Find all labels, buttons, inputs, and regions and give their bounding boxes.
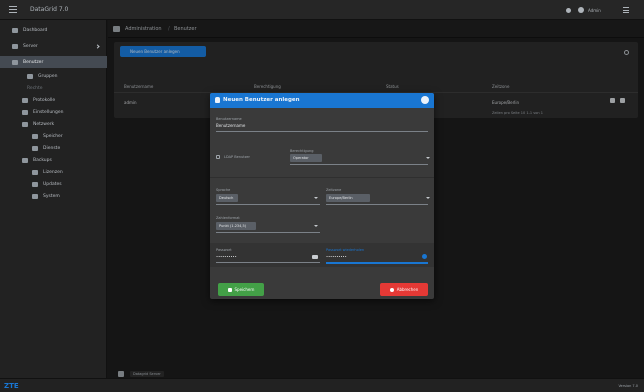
version-label: Version 7.0 — [618, 384, 638, 388]
chevron-down-icon[interactable] — [314, 225, 318, 227]
ldap-checkbox[interactable] — [216, 155, 220, 159]
username-underline — [216, 131, 428, 132]
chevron-down-icon[interactable] — [426, 197, 430, 199]
logo: ZTE — [4, 382, 19, 390]
password-input[interactable]: •••••••••• — [216, 255, 237, 259]
chevron-down-icon[interactable] — [426, 157, 430, 159]
new-user-dialog: Neuen Benutzer anlegen Benutzername Benu… — [210, 93, 434, 299]
sidebar-item-log[interactable]: Protokolle — [0, 94, 107, 106]
user-add-icon — [215, 97, 220, 103]
divider — [210, 177, 434, 178]
sidebar-item-groups[interactable]: Gruppen — [0, 70, 107, 82]
groups-icon — [27, 73, 33, 79]
storage-icon — [32, 133, 38, 139]
server-icon — [12, 43, 18, 49]
sidebar-item-settings[interactable]: Einstellungen — [0, 106, 107, 118]
username-label: Benutzername — [216, 117, 242, 121]
update-icon — [32, 181, 38, 187]
password2-label: Passwort wiederholen — [326, 248, 365, 252]
timezone-select[interactable]: Europe/Berlin — [326, 194, 370, 202]
password2-underline — [326, 262, 428, 264]
close-icon[interactable] — [421, 96, 429, 104]
cancel-button[interactable]: Abbrechen — [380, 283, 428, 296]
users-icon — [12, 59, 18, 65]
language-label: Sprache — [216, 188, 231, 192]
system-icon — [32, 193, 38, 199]
language-select[interactable]: Deutsch — [216, 194, 238, 202]
ldap-label[interactable]: LDAP Benutzer — [224, 155, 250, 159]
sidebar-item-license[interactable]: Lizenzen — [0, 166, 107, 178]
timezone-label: Zeitzone — [326, 188, 342, 192]
dialog-title: Neuen Benutzer anlegen — [223, 97, 300, 103]
sidebar-item-storage[interactable]: Speicher — [0, 130, 107, 142]
sidebar-item-network[interactable]: Netzwerk — [0, 118, 107, 130]
password2-input[interactable]: •••••••••• — [326, 255, 347, 259]
log-icon — [22, 97, 28, 103]
sidebar-item-system[interactable]: System — [0, 190, 107, 202]
username-input[interactable]: Benutzername — [216, 123, 245, 128]
check-icon — [422, 254, 427, 259]
cancel-icon — [389, 287, 394, 292]
eye-icon[interactable] — [312, 255, 318, 259]
format-select[interactable]: Punkt (1.234,5) — [216, 222, 256, 230]
notification-icon[interactable] — [566, 8, 571, 13]
sidebar-item-services[interactable]: Dienste — [0, 142, 107, 154]
services-icon — [32, 145, 38, 151]
top-bar: DataGrid 7.0 Admin — [0, 0, 644, 20]
footer: ZTE Datagrid Server Version 7.0 — [0, 371, 644, 392]
password-underline — [216, 262, 320, 263]
user-label[interactable]: Admin — [588, 8, 601, 13]
license-icon — [32, 169, 38, 175]
more-icon[interactable] — [623, 7, 629, 13]
permission-label: Berechtigung — [290, 149, 314, 153]
permission-underline — [290, 164, 428, 165]
backup-icon — [22, 157, 28, 163]
app-title: DataGrid 7.0 — [30, 6, 69, 13]
password-label: Passwort — [216, 248, 232, 252]
sidebar: Dashboard Server Benutzer Gruppen Rechte… — [0, 20, 107, 378]
dashboard-icon — [12, 27, 18, 33]
sidebar-item-users[interactable]: Benutzer — [0, 56, 107, 68]
dialog-header: Neuen Benutzer anlegen — [210, 93, 434, 108]
avatar[interactable] — [578, 7, 584, 13]
language-underline — [216, 204, 320, 205]
sidebar-item-dashboard[interactable]: Dashboard — [0, 24, 107, 36]
chevron-icon — [95, 43, 100, 49]
chevron-down-icon[interactable] — [314, 197, 318, 199]
network-icon — [22, 121, 28, 127]
permission-select[interactable]: Operator — [290, 154, 322, 162]
menu-icon[interactable] — [9, 6, 17, 13]
format-underline — [216, 232, 320, 233]
save-icon — [227, 287, 232, 292]
timezone-underline — [326, 204, 428, 205]
sidebar-item-rights[interactable]: Rechte — [0, 82, 107, 94]
sidebar-item-server[interactable]: Server — [0, 40, 107, 52]
format-label: Zahlenformat — [216, 216, 240, 220]
settings-icon — [22, 109, 28, 115]
sidebar-item-backup[interactable]: Backups — [0, 154, 107, 166]
save-button[interactable]: Speichern — [218, 283, 264, 296]
sidebar-item-update[interactable]: Updates — [0, 178, 107, 190]
